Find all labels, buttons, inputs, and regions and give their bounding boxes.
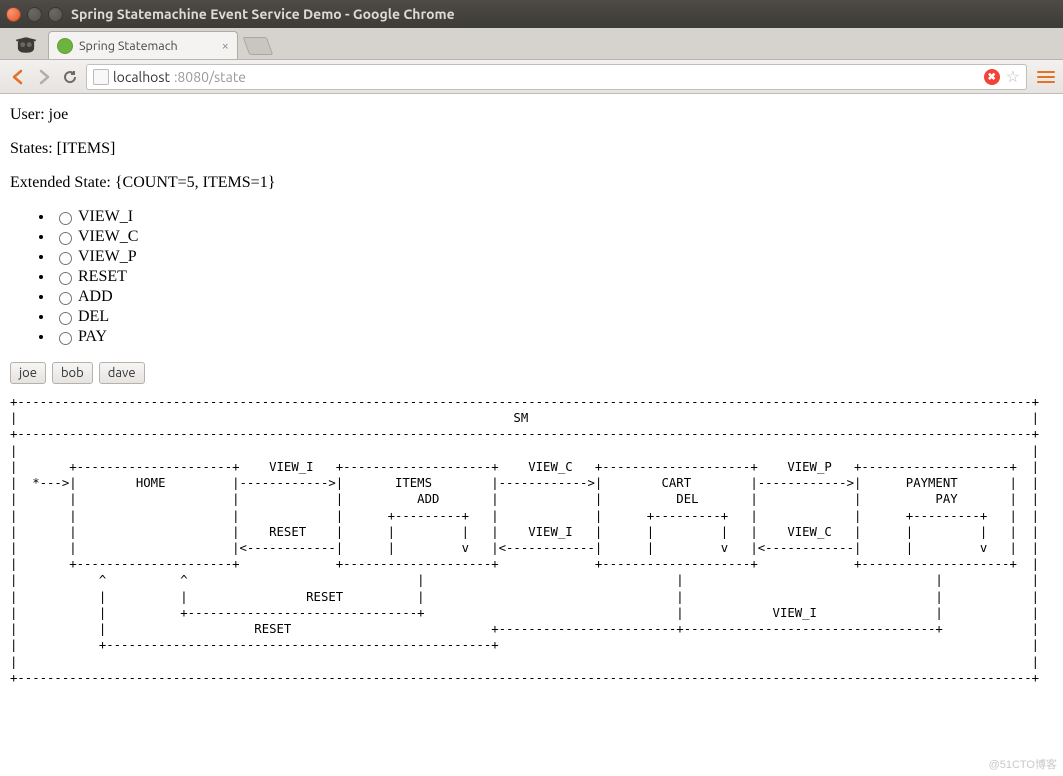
adblock-icon[interactable]: ✖ (984, 69, 1000, 85)
user-bob-button[interactable]: bob (52, 362, 93, 384)
radio-label: VIEW_C (78, 228, 138, 245)
user-line: User: joe (10, 106, 1053, 124)
browser-toolbar: localhost:8080/state ✖ ☆ (0, 60, 1063, 94)
extended-state-line: Extended State: {COUNT=5, ITEMS=1} (10, 174, 1053, 192)
radio-label: PAY (78, 328, 107, 345)
radio-label: VIEW_P (78, 248, 137, 265)
browser-tab-strip: Spring Statemach × (0, 28, 1063, 60)
bookmark-star-icon[interactable]: ☆ (1006, 67, 1020, 86)
list-item: ADD (54, 288, 1053, 306)
watermark: @51CTO博客 (989, 756, 1057, 772)
url-path: :8080/state (174, 69, 246, 85)
window-title-bar: Spring Statemachine Event Service Demo -… (0, 0, 1063, 28)
window-controls (6, 7, 63, 22)
spring-favicon-icon (57, 38, 73, 54)
window-title: Spring Statemachine Event Service Demo -… (71, 6, 455, 22)
radio-label: ADD (78, 288, 113, 305)
page-icon (93, 69, 109, 85)
radio-view-c[interactable] (59, 232, 72, 245)
browser-tab[interactable]: Spring Statemach × (48, 31, 238, 59)
address-bar[interactable]: localhost:8080/state ✖ ☆ (86, 64, 1027, 90)
user-joe-button[interactable]: joe (10, 362, 46, 384)
list-item: VIEW_C (54, 228, 1053, 246)
url-host: localhost (113, 69, 170, 85)
event-radio-list: VIEW_I VIEW_C VIEW_P RESET ADD DEL PAY (10, 208, 1053, 346)
radio-label: VIEW_I (78, 208, 133, 225)
forward-button (34, 67, 54, 87)
radio-pay[interactable] (59, 332, 72, 345)
radio-view-i[interactable] (59, 212, 72, 225)
new-tab-button[interactable] (243, 37, 274, 55)
tab-close-icon[interactable]: × (222, 39, 229, 53)
user-buttons: joe bob dave (10, 362, 1053, 384)
list-item: VIEW_P (54, 248, 1053, 266)
radio-view-p[interactable] (59, 252, 72, 265)
tab-title: Spring Statemach (79, 39, 178, 53)
window-maximize-button[interactable] (48, 7, 63, 22)
list-item: DEL (54, 308, 1053, 326)
radio-label: DEL (78, 308, 109, 325)
radio-add[interactable] (59, 292, 72, 305)
window-minimize-button[interactable] (27, 7, 42, 22)
list-item: PAY (54, 328, 1053, 346)
omnibox-actions: ✖ ☆ (984, 67, 1020, 86)
radio-del[interactable] (59, 312, 72, 325)
radio-reset[interactable] (59, 272, 72, 285)
list-item: VIEW_I (54, 208, 1053, 226)
chrome-menu-icon[interactable] (1037, 71, 1055, 83)
user-dave-button[interactable]: dave (99, 362, 145, 384)
reload-button[interactable] (60, 67, 80, 87)
back-button[interactable] (8, 67, 28, 87)
incognito-icon (4, 27, 48, 59)
statemachine-ascii-diagram: +---------------------------------------… (10, 394, 1053, 686)
window-close-button[interactable] (6, 7, 21, 22)
list-item: RESET (54, 268, 1053, 286)
states-line: States: [ITEMS] (10, 140, 1053, 158)
radio-label: RESET (78, 268, 127, 285)
page-content: User: joe States: [ITEMS] Extended State… (0, 94, 1063, 706)
